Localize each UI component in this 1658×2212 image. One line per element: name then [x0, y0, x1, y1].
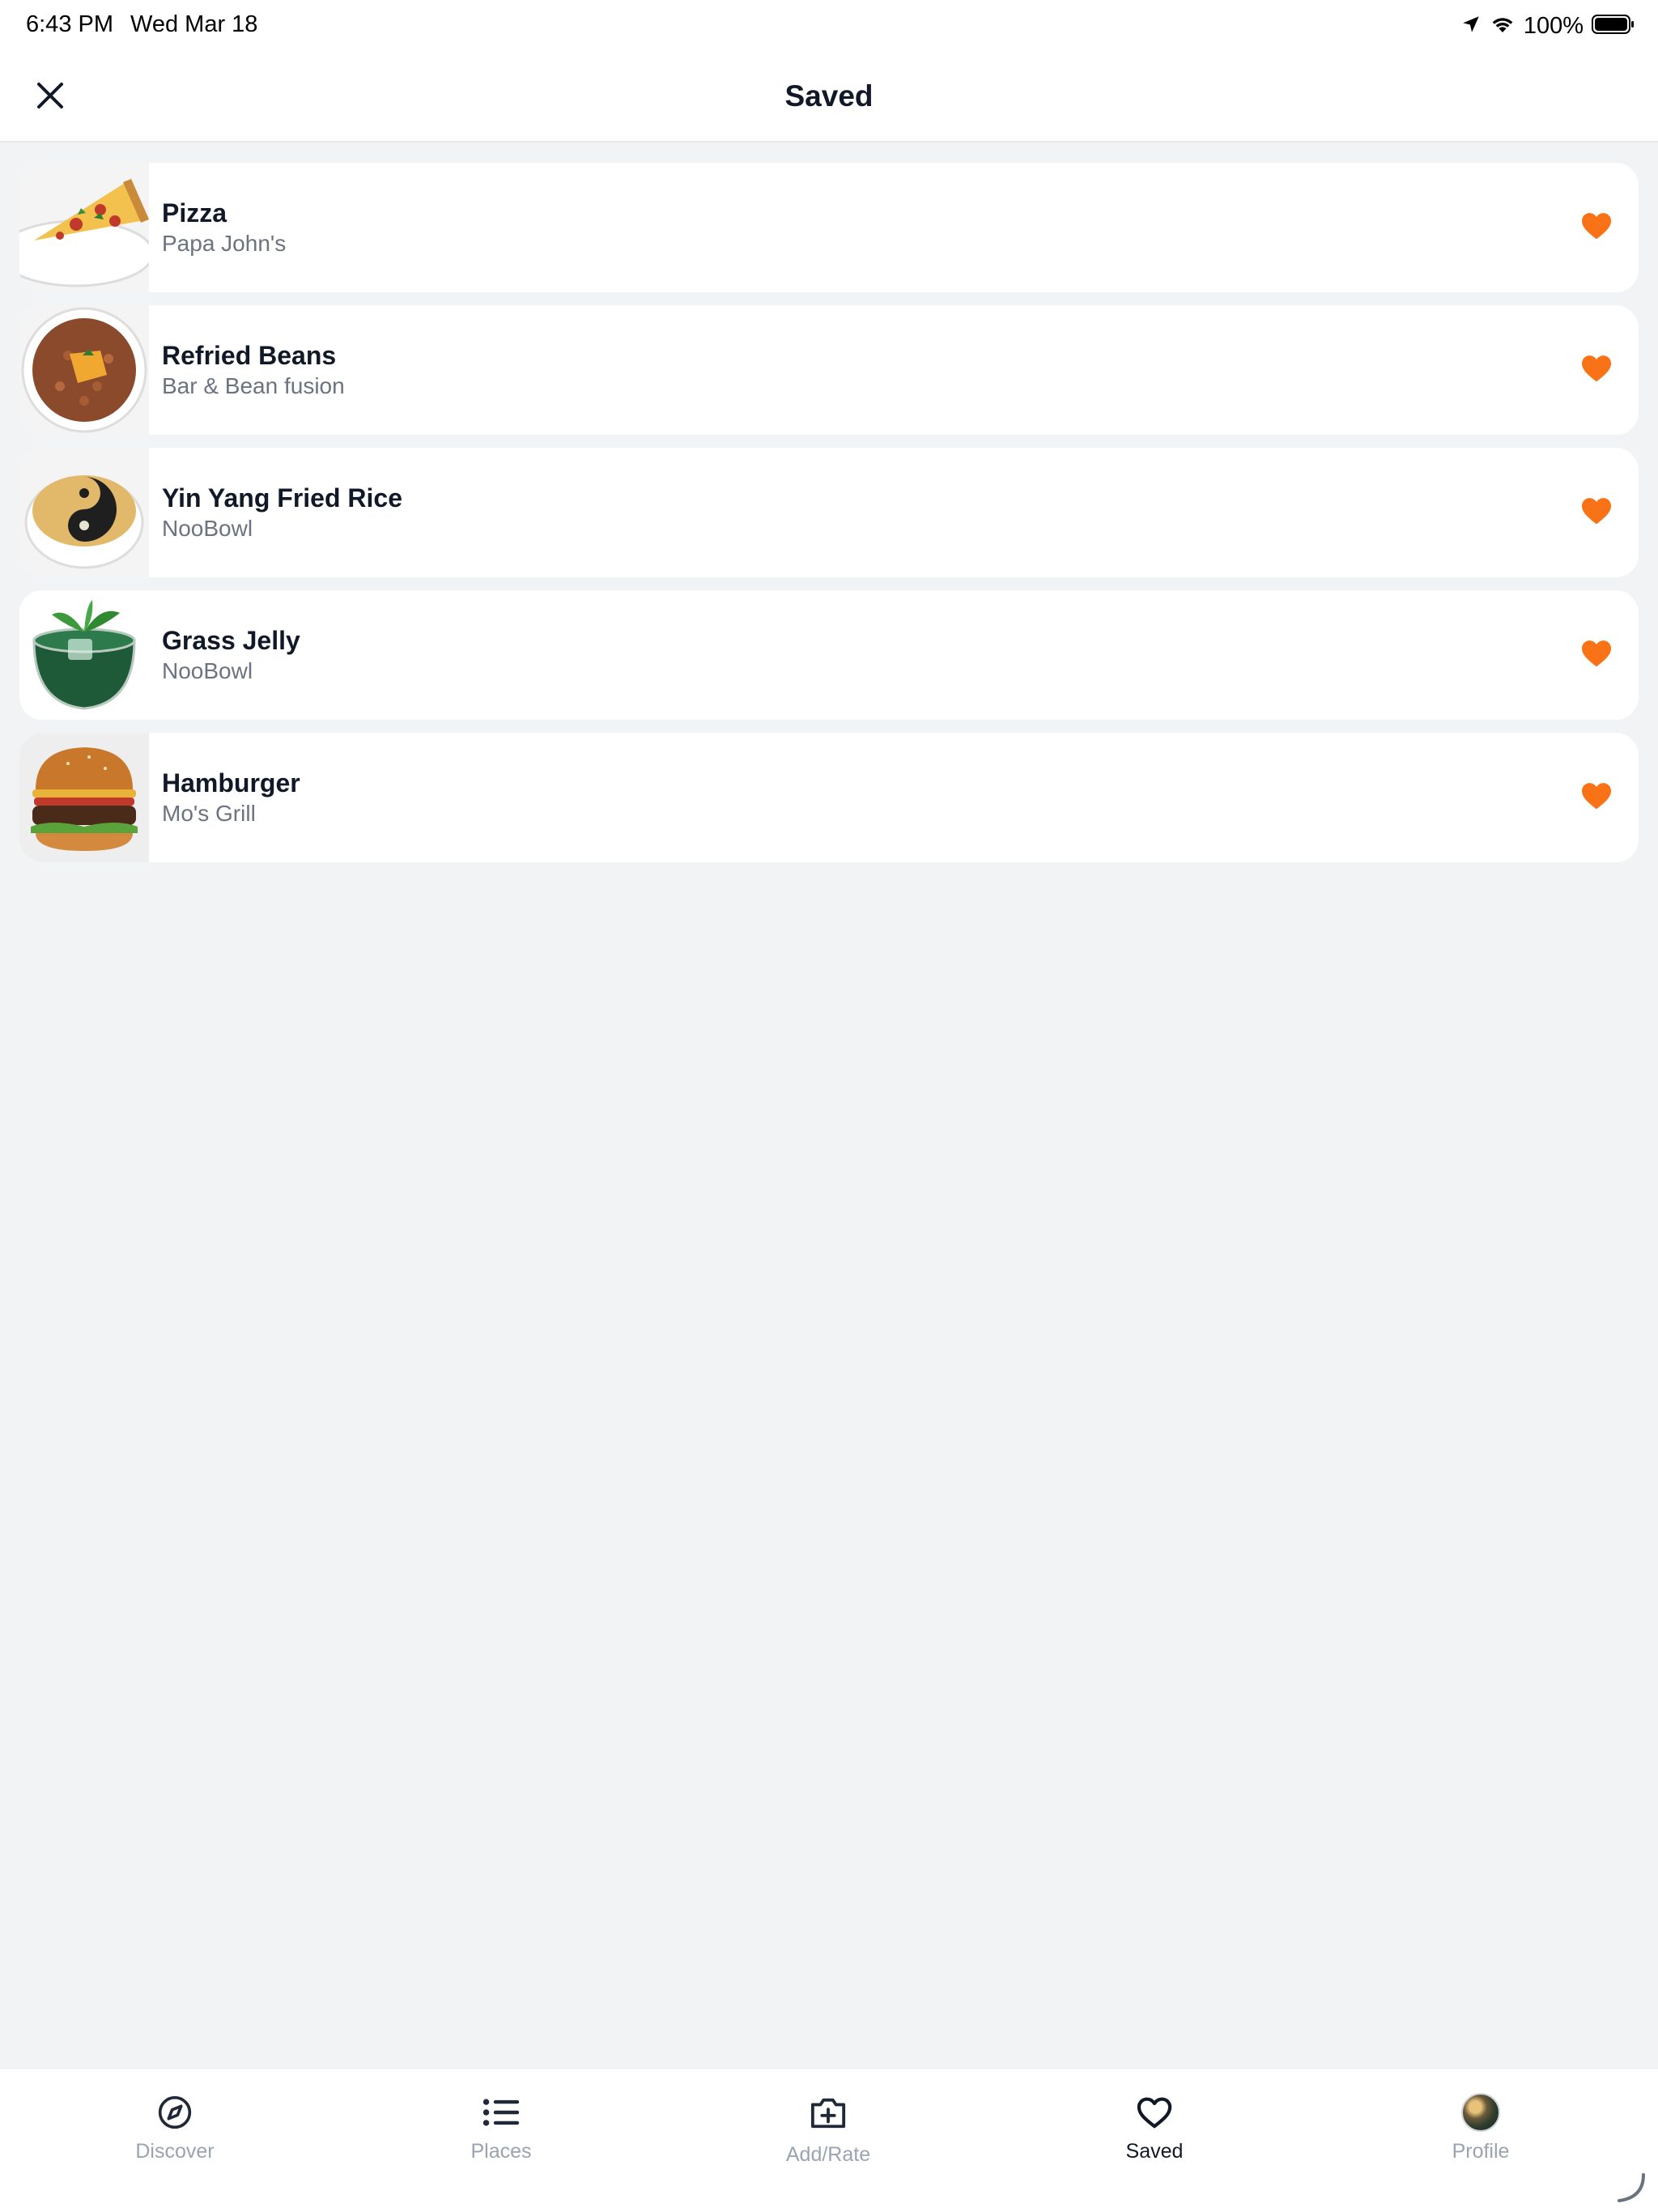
tab-label: Add/Rate [785, 2143, 871, 2166]
status-date: Wed Mar 18 [130, 11, 258, 37]
status-icons: 100% [1460, 10, 1635, 42]
saved-item-card[interactable]: Hamburger Mo's Grill [19, 733, 1639, 862]
saved-item-card[interactable]: Grass Jelly NooBowl [19, 590, 1639, 720]
food-thumbnail [19, 733, 149, 862]
item-place: Bar & Bean fusion [162, 373, 345, 398]
tab-saved[interactable]: Saved [1073, 2093, 1235, 2190]
avatar[interactable] [1461, 2093, 1500, 2132]
tab-discover[interactable]: Discover [94, 2093, 256, 2190]
item-name: Refried Beans [162, 341, 337, 370]
item-place: NooBowl [162, 516, 253, 541]
item-place: Papa John's [162, 231, 287, 256]
tab-add-rate[interactable]: Add/Rate [747, 2093, 909, 2190]
battery-icon [1592, 14, 1635, 39]
status-time: 6:43 PM [26, 11, 113, 37]
tab-label: Profile [1452, 2140, 1510, 2163]
food-thumbnail [19, 305, 149, 435]
item-name: Hamburger [162, 768, 300, 798]
heart-filled-icon[interactable] [1580, 211, 1613, 245]
item-place: NooBowl [162, 658, 253, 683]
status-bar: 6:43 PM Wed Mar 18 100% [0, 0, 1658, 52]
tab-label: Saved [1125, 2140, 1184, 2163]
unsave-button[interactable] [1572, 631, 1621, 679]
item-name: Pizza [162, 198, 227, 228]
item-place: Mo's Grill [162, 801, 256, 826]
list-icon[interactable] [482, 2093, 521, 2132]
avatar-icon[interactable] [1461, 2093, 1500, 2132]
heart-outline-icon[interactable] [1135, 2093, 1174, 2132]
unsave-button[interactable] [1572, 773, 1621, 822]
saved-item-card[interactable]: Pizza Papa John's [19, 163, 1639, 292]
resize-handle-icon [1614, 2172, 1647, 2204]
tab-label: Discover [135, 2140, 215, 2163]
heart-filled-icon[interactable] [1580, 496, 1613, 530]
food-thumbnail [19, 163, 149, 292]
saved-item-card[interactable]: Yin Yang Fried Rice NooBowl [19, 448, 1639, 577]
compass-icon[interactable] [155, 2093, 194, 2132]
food-thumbnail [19, 590, 149, 720]
food-thumbnail [19, 448, 149, 577]
card-text: Yin Yang Fried Rice NooBowl [162, 482, 402, 543]
saved-list: Pizza Papa John's Refried Beans Bar & Be… [19, 163, 1639, 875]
card-text: Grass Jelly NooBowl [162, 624, 300, 686]
location-arrow-icon [1460, 14, 1482, 39]
tab-bar: Discover Places Add/Rate Saved Profile [0, 2068, 1658, 2212]
heart-filled-icon[interactable] [1580, 354, 1613, 387]
battery-percentage: 100% [1523, 12, 1584, 39]
card-text: Pizza Papa John's [162, 197, 286, 258]
item-name: Yin Yang Fried Rice [162, 483, 402, 513]
card-text: Refried Beans Bar & Bean fusion [162, 339, 345, 401]
saved-item-card[interactable]: Refried Beans Bar & Bean fusion [19, 305, 1639, 435]
header: Saved [0, 52, 1658, 143]
camera-plus-icon[interactable] [809, 2093, 848, 2132]
tab-places[interactable]: Places [420, 2093, 582, 2190]
tab-label: Places [470, 2140, 532, 2163]
heart-filled-icon[interactable] [1580, 639, 1613, 672]
wifi-icon [1490, 14, 1516, 39]
heart-filled-icon[interactable] [1580, 781, 1613, 815]
tab-profile[interactable]: Profile [1400, 2093, 1562, 2190]
card-text: Hamburger Mo's Grill [162, 767, 300, 828]
unsave-button[interactable] [1572, 203, 1621, 252]
page-title: Saved [784, 79, 874, 113]
item-name: Grass Jelly [162, 626, 300, 655]
unsave-button[interactable] [1572, 346, 1621, 394]
unsave-button[interactable] [1572, 488, 1621, 537]
